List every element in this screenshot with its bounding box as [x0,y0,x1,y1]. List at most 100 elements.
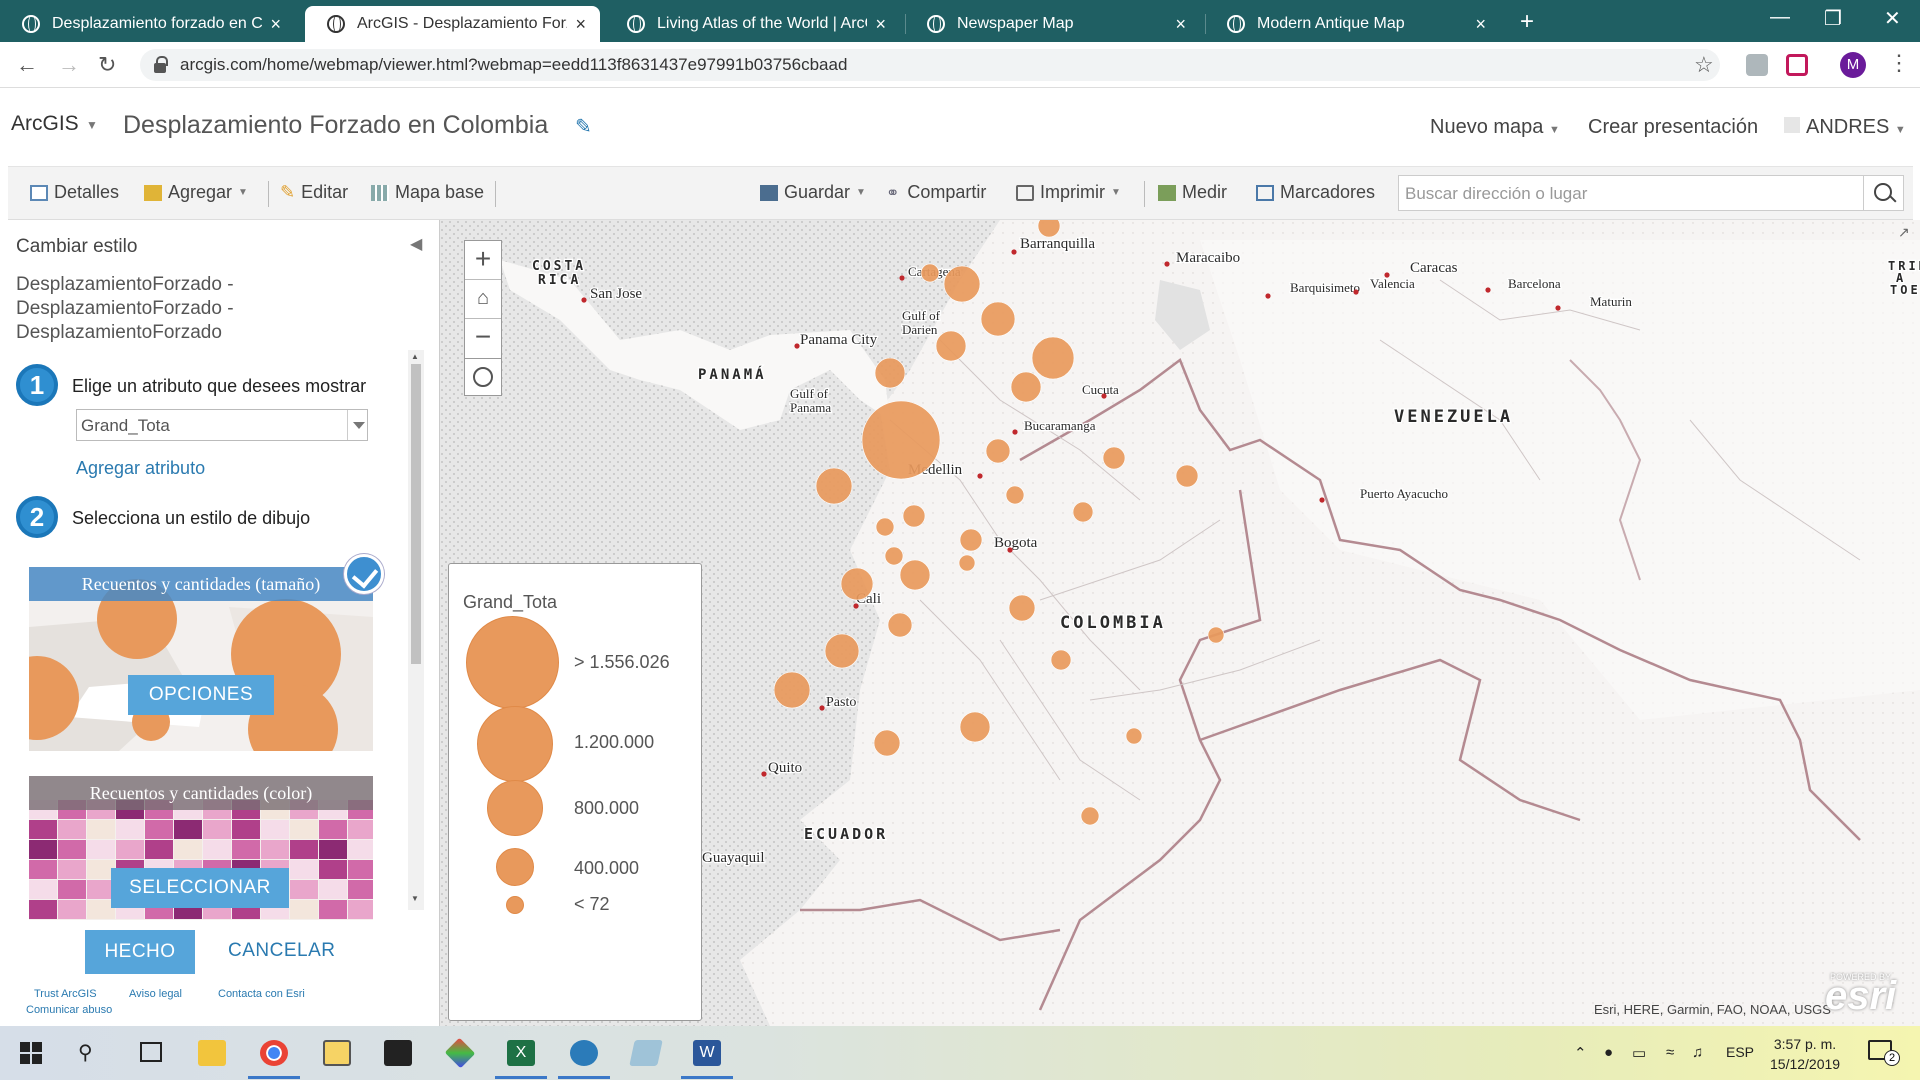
scroll-down-icon[interactable]: ▼ [411,894,419,903]
word-icon[interactable]: W [693,1040,721,1066]
print-button[interactable]: Imprimir ▼ [1016,182,1121,203]
chevron-up-icon[interactable]: ⌃ [1574,1044,1587,1062]
attribute-select[interactable]: Grand_Tota [76,409,368,441]
microphone-icon[interactable]: ● [1604,1044,1613,1061]
edit-button[interactable]: ✎ Editar [280,182,348,203]
pocket-icon[interactable] [1786,54,1808,76]
bookmarks-button[interactable]: Marcadores [1256,182,1375,203]
cancel-button[interactable]: CANCELAR [228,940,335,962]
details-button[interactable]: Detalles [30,182,119,203]
trust-link[interactable]: Trust ArcGIS [34,988,97,1000]
legal-link[interactable]: Aviso legal [129,988,182,1000]
select-button[interactable]: SELECCIONAR [111,868,289,908]
zoom-in-button[interactable]: + [465,241,501,280]
search-input[interactable]: Buscar dirección o lugar [1398,175,1864,211]
close-icon[interactable]: × [1175,14,1186,35]
share-button[interactable]: ⚭ Compartir [886,182,986,203]
displacement-symbol[interactable] [1125,727,1143,745]
app-icon[interactable] [444,1037,476,1069]
scrollbar-thumb[interactable] [411,364,421,664]
fullscreen-icon[interactable]: ↗ [1898,224,1910,241]
displacement-symbol[interactable] [959,528,983,552]
displacement-symbol[interactable] [840,567,874,601]
displacement-symbol[interactable] [1005,485,1025,505]
displacement-symbol[interactable] [874,357,906,389]
volume-icon[interactable]: ♫ [1692,1044,1703,1061]
close-icon[interactable]: × [575,14,586,35]
chrome-icon[interactable] [260,1040,288,1066]
report-abuse-link[interactable]: Comunicar abuso [26,1004,112,1016]
displacement-symbol[interactable] [899,559,931,591]
bookmark-star-icon[interactable]: ☆ [1694,52,1714,78]
chevron-down-icon[interactable] [347,410,369,440]
displacement-symbol[interactable] [935,330,967,362]
back-icon[interactable]: ← [16,52,38,78]
displacement-symbol[interactable] [861,400,941,480]
chevron-down-icon[interactable]: ▼ [86,118,98,132]
style-card-size[interactable]: Recuentos y cantidades (tamaño) OPCIONES [29,567,373,751]
windows-start-icon[interactable] [20,1042,42,1064]
basemap-button[interactable]: Mapa base [371,182,484,203]
displacement-symbol[interactable] [943,265,981,303]
tab-living-atlas[interactable]: Living Atlas of the World | ArcGIS × [605,6,900,42]
displacement-symbol[interactable] [1207,626,1225,644]
pencil-icon[interactable]: ✎ [575,114,592,139]
restore-icon[interactable]: ❐ [1824,6,1842,31]
search-icon[interactable]: ⚲ [78,1040,93,1065]
displacement-symbol[interactable] [773,671,811,709]
app-icon[interactable] [629,1040,663,1066]
forward-icon[interactable]: → [58,52,80,78]
close-icon[interactable]: × [270,14,281,35]
displacement-symbol[interactable] [887,612,913,638]
arcgis-logo[interactable]: ArcGIS [11,112,79,136]
terminal-icon[interactable] [384,1040,412,1066]
displacement-symbol[interactable] [958,554,976,572]
done-button[interactable]: HECHO [85,930,195,974]
tab-arcgis[interactable]: ArcGIS - Desplazamiento Forzado × [305,6,600,42]
displacement-symbol[interactable] [985,438,1011,464]
extension-icon[interactable] [1746,54,1768,76]
excel-icon[interactable]: X [507,1040,535,1066]
displacement-symbol[interactable] [1037,220,1061,238]
displacement-symbol[interactable] [875,517,895,537]
tab-newspaper-map[interactable]: Newspaper Map × [905,6,1200,42]
displacement-symbol[interactable] [1102,446,1126,470]
battery-icon[interactable]: ▭ [1632,1044,1646,1062]
displacement-symbol[interactable] [1031,336,1075,380]
displacement-symbol[interactable] [815,467,853,505]
displacement-symbol[interactable] [824,633,860,669]
displacement-symbol[interactable] [1010,371,1042,403]
displacement-symbol[interactable] [902,504,926,528]
profile-avatar[interactable]: M [1840,52,1866,78]
displacement-symbol[interactable] [1072,501,1094,523]
map-view[interactable]: COSTA RICA San Jose Panama City PANAMÁ Gulf o… [440,220,1920,1026]
style-card-color[interactable]: Recuentos y cantidades (color) SELECCION… [29,776,373,920]
map-attribution[interactable]: Esri, HERE, Garmin, FAO, NOAA, USGS [1594,1002,1831,1017]
app-icon[interactable] [323,1040,351,1066]
add-button[interactable]: Agregar ▼ [144,182,248,203]
tab-desplazamiento[interactable]: Desplazamiento forzado en Colo × [0,6,295,42]
contact-link[interactable]: Contacta con Esri [218,988,305,1000]
measure-button[interactable]: Medir [1158,182,1227,203]
collapse-panel-icon[interactable]: ◀ [410,234,422,254]
window-close-icon[interactable]: ✕ [1884,6,1901,31]
file-explorer-icon[interactable] [198,1040,226,1066]
user-menu[interactable]: ANDRES ▼ [1784,116,1906,139]
zoom-out-button[interactable]: − [465,319,501,358]
create-presentation-link[interactable]: Crear presentación [1588,116,1758,139]
displacement-symbol[interactable] [1175,464,1199,488]
displacement-symbol[interactable] [1050,649,1072,671]
home-button[interactable]: ⌂ [465,280,501,319]
displacement-symbol[interactable] [884,546,904,566]
panel-scrollbar[interactable]: ▲ ▼ [408,350,424,910]
search-icon[interactable] [1864,175,1904,211]
clock[interactable]: 3:57 p. m. 15/12/2019 [1770,1034,1840,1074]
displacement-symbol[interactable] [1008,594,1036,622]
displacement-symbol[interactable] [873,729,901,757]
displacement-symbol[interactable] [959,711,991,743]
close-icon[interactable]: × [875,14,886,35]
url-input[interactable]: arcgis.com/home/webmap/viewer.html?webma… [140,49,1720,81]
minimize-icon[interactable]: — [1770,6,1790,29]
close-icon[interactable]: × [1475,14,1486,35]
new-map-menu[interactable]: Nuevo mapa ▼ [1430,116,1560,139]
